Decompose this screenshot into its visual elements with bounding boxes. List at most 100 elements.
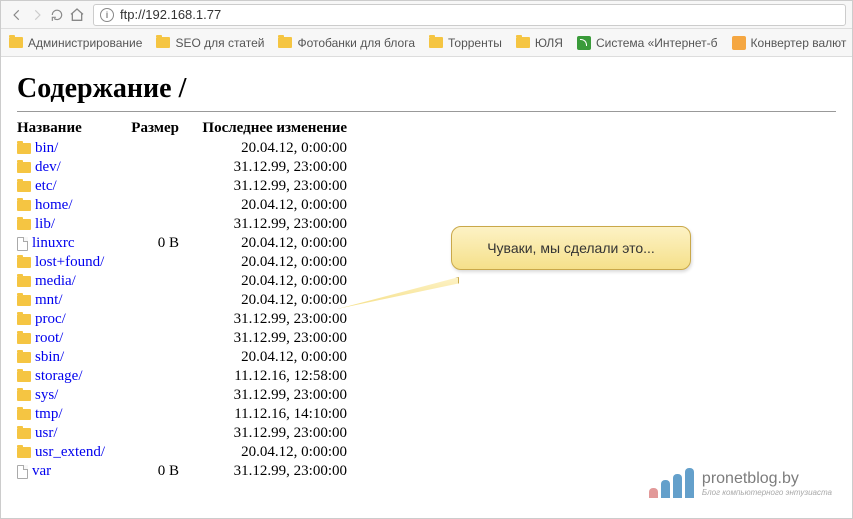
- table-row: linuxrc 0 B20.04.12, 0:00:00: [17, 234, 836, 253]
- file-link[interactable]: dev/: [35, 159, 61, 176]
- file-link[interactable]: home/: [35, 197, 73, 214]
- file-date: 20.04.12, 0:00:00: [187, 235, 347, 252]
- bookmark-label: SEO для статей: [175, 36, 264, 50]
- file-link[interactable]: mnt/: [35, 292, 63, 309]
- page-title: Содержание /: [17, 73, 836, 105]
- folder-icon: [17, 314, 31, 325]
- file-date: 11.12.16, 14:10:00: [187, 406, 347, 423]
- file-date: 31.12.99, 23:00:00: [187, 216, 347, 233]
- file-link[interactable]: media/: [35, 273, 76, 290]
- table-row: etc/31.12.99, 23:00:00: [17, 177, 836, 196]
- bookmark-label: Конвертер валют: [751, 36, 847, 50]
- back-button[interactable]: [7, 5, 27, 25]
- folder-icon: [17, 333, 31, 344]
- bars-icon: [649, 468, 694, 498]
- table-row: proc/31.12.99, 23:00:00: [17, 310, 836, 329]
- file-date: 11.12.16, 12:58:00: [187, 368, 347, 385]
- file-icon: [17, 237, 28, 251]
- file-link[interactable]: storage/: [35, 368, 82, 385]
- browser-toolbar: i ftp://192.168.1.77: [1, 1, 852, 29]
- arrow-left-icon: [10, 8, 24, 22]
- col-name: Название: [17, 120, 127, 137]
- table-row: root/31.12.99, 23:00:00: [17, 329, 836, 348]
- table-row: usr/31.12.99, 23:00:00: [17, 424, 836, 443]
- app-icon: [732, 36, 746, 50]
- folder-icon: [17, 276, 31, 287]
- file-icon: [17, 465, 28, 479]
- folder-icon: [17, 181, 31, 192]
- folder-icon: [17, 143, 31, 154]
- callout-text: Чуваки, мы сделали это...: [487, 240, 655, 256]
- watermark-title: pronetblog.by: [702, 470, 832, 488]
- folder-icon: [17, 352, 31, 363]
- bookmark-label: Торренты: [448, 36, 502, 50]
- folder-icon: [17, 219, 31, 230]
- file-date: 31.12.99, 23:00:00: [187, 178, 347, 195]
- bookmark-item[interactable]: SEO для статей: [156, 36, 264, 50]
- folder-icon: [278, 37, 292, 48]
- table-row: storage/11.12.16, 12:58:00: [17, 367, 836, 386]
- home-button[interactable]: [67, 5, 87, 25]
- bookmark-item[interactable]: Конвертер валют: [732, 36, 847, 50]
- file-date: 31.12.99, 23:00:00: [187, 425, 347, 442]
- folder-icon: [17, 162, 31, 173]
- info-icon[interactable]: i: [100, 8, 114, 22]
- file-link[interactable]: etc/: [35, 178, 57, 195]
- file-date: 31.12.99, 23:00:00: [187, 463, 347, 480]
- home-icon: [69, 7, 85, 23]
- table-row: usr_extend/20.04.12, 0:00:00: [17, 443, 836, 462]
- file-link[interactable]: bin/: [35, 140, 58, 157]
- table-row: mnt/20.04.12, 0:00:00: [17, 291, 836, 310]
- table-row: sbin/20.04.12, 0:00:00: [17, 348, 836, 367]
- col-modified: Последнее изменение: [187, 120, 347, 137]
- file-link[interactable]: lost+found/: [35, 254, 104, 271]
- reload-icon: [50, 8, 64, 22]
- rss-icon: [577, 36, 591, 50]
- address-bar[interactable]: i ftp://192.168.1.77: [93, 4, 846, 26]
- bookmark-label: Администрирование: [28, 36, 142, 50]
- file-size: 0 B: [127, 235, 187, 252]
- file-link[interactable]: sys/: [35, 387, 58, 404]
- table-row: lib/31.12.99, 23:00:00: [17, 215, 836, 234]
- folder-icon: [17, 371, 31, 382]
- bookmark-label: Система «Интернет-б: [596, 36, 718, 50]
- file-link[interactable]: lib/: [35, 216, 55, 233]
- table-row: sys/31.12.99, 23:00:00: [17, 386, 836, 405]
- file-link[interactable]: linuxrc: [32, 235, 75, 252]
- file-link[interactable]: tmp/: [35, 406, 63, 423]
- col-size: Размер: [127, 120, 187, 137]
- file-date: 20.04.12, 0:00:00: [187, 254, 347, 271]
- bookmark-label: Фотобанки для блога: [297, 36, 415, 50]
- callout-bubble: Чуваки, мы сделали это...: [451, 226, 691, 270]
- bookmark-label: ЮЛЯ: [535, 36, 563, 50]
- folder-icon: [17, 428, 31, 439]
- file-date: 20.04.12, 0:00:00: [187, 273, 347, 290]
- watermark-subtitle: Блог компьютерного энтузиаста: [702, 488, 832, 497]
- file-date: 20.04.12, 0:00:00: [187, 140, 347, 157]
- reload-button[interactable]: [47, 5, 67, 25]
- url-text: ftp://192.168.1.77: [120, 7, 221, 22]
- table-row: dev/31.12.99, 23:00:00: [17, 158, 836, 177]
- file-date: 20.04.12, 0:00:00: [187, 349, 347, 366]
- file-link[interactable]: proc/: [35, 311, 66, 328]
- folder-icon: [17, 295, 31, 306]
- forward-button[interactable]: [27, 5, 47, 25]
- file-link[interactable]: root/: [35, 330, 63, 347]
- bookmark-item[interactable]: ЮЛЯ: [516, 36, 563, 50]
- file-size: 0 B: [127, 463, 187, 480]
- file-link[interactable]: usr_extend/: [35, 444, 105, 461]
- bookmark-item[interactable]: Администрирование: [9, 36, 142, 50]
- table-row: bin/20.04.12, 0:00:00: [17, 139, 836, 158]
- bookmark-item[interactable]: Фотобанки для блога: [278, 36, 415, 50]
- file-link[interactable]: sbin/: [35, 349, 64, 366]
- bookmark-item[interactable]: Торренты: [429, 36, 502, 50]
- directory-listing: Название Размер Последнее изменение bin/…: [17, 120, 836, 481]
- folder-icon: [17, 390, 31, 401]
- file-link[interactable]: usr/: [35, 425, 58, 442]
- file-date: 31.12.99, 23:00:00: [187, 311, 347, 328]
- bookmark-item[interactable]: Система «Интернет-б: [577, 36, 718, 50]
- file-link[interactable]: var: [32, 463, 51, 480]
- folder-icon: [17, 409, 31, 420]
- folder-icon: [9, 37, 23, 48]
- table-row: lost+found/20.04.12, 0:00:00: [17, 253, 836, 272]
